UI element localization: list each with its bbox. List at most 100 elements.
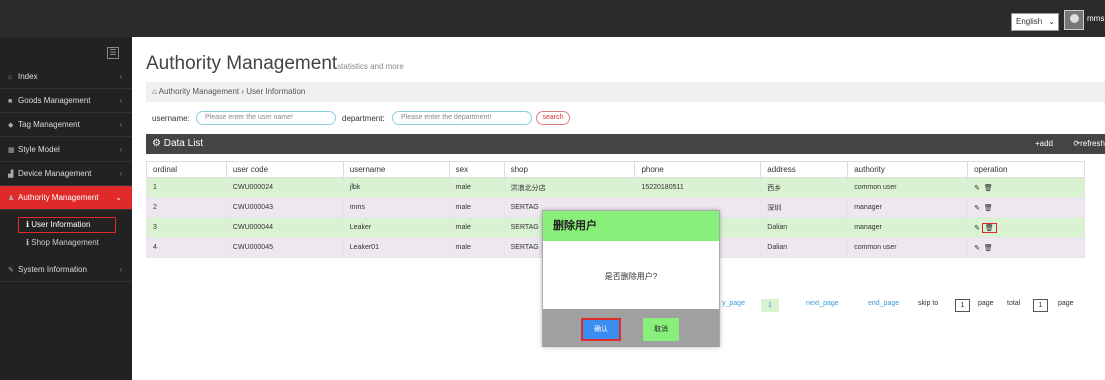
sidebar-item-device[interactable]: ▟ Device Management ‹ — [0, 162, 132, 186]
cell-authority: common user — [847, 177, 969, 198]
column-header: username — [342, 161, 450, 178]
refresh-label: refresh — [1080, 139, 1105, 148]
chevron-down-icon: ⌄ — [1048, 17, 1055, 26]
cell-ordinal: 2 — [146, 197, 227, 218]
sidebar-item-index[interactable]: ⌂ Index ‹ — [0, 65, 132, 89]
edit-icon[interactable]: ✎ — [974, 225, 980, 232]
cell-username: Leaker — [342, 217, 450, 238]
column-header: user code — [225, 161, 344, 178]
sidebar-item-label: Tag Management — [18, 120, 80, 129]
sidebar-item-goods[interactable]: ■ Goods Management ‹ — [0, 89, 132, 113]
chevron-left-icon: ‹ — [119, 72, 122, 81]
avatar[interactable] — [1064, 10, 1084, 30]
home-icon: ⌂ — [8, 74, 13, 81]
cell-ordinal: 3 — [146, 217, 227, 238]
page-title-text: Authority Management — [146, 53, 338, 74]
cell-username: mms — [342, 197, 450, 218]
cell-code: CWU000024 — [225, 177, 344, 198]
cell-operation: ✎ 🗑 — [967, 237, 1085, 258]
department-label: department: — [342, 114, 385, 123]
column-header: authority — [847, 161, 969, 178]
home-icon: ⌂ — [152, 87, 159, 96]
edit-icon[interactable]: ✎ — [974, 205, 980, 212]
department-input[interactable]: Please enter the department! — [392, 111, 532, 125]
cell-code: CWU000045 — [225, 237, 344, 258]
add-button[interactable]: +add — [1035, 134, 1053, 154]
cell-authority: common user — [847, 237, 969, 258]
page-title: Authority Managementstatistics and more — [146, 53, 404, 75]
user-icon: ♟ — [8, 195, 15, 202]
refresh-button[interactable]: ⟳refresh — [1073, 134, 1105, 154]
dialog-message: 是否删除用户? — [604, 272, 658, 281]
chevron-left-icon: ‹ — [119, 120, 122, 129]
data-list-header: ⚙ Data List +add ⟳refresh — [146, 134, 1105, 154]
sidebar-item-style[interactable]: ▦ Style Model ‹ — [0, 138, 132, 162]
sidebar-item-label: Index — [18, 72, 38, 81]
breadcrumb: ⌂ Authority Management › User Informatio… — [146, 82, 1105, 102]
column-header: phone — [634, 161, 762, 178]
chevron-left-icon: ‹ — [119, 96, 122, 105]
user-name[interactable]: mms — [1087, 14, 1104, 23]
sidebar-item-system[interactable]: ✎ System Information ‹ — [0, 258, 132, 282]
sidebar-item-label: Goods Management — [18, 96, 91, 105]
username-label: username: — [152, 114, 190, 123]
trash-icon[interactable]: 🗑 — [984, 185, 993, 192]
table-header-row: ordinal user code username sex shop phon… — [146, 161, 1085, 178]
cell-ordinal: 1 — [146, 177, 227, 198]
cancel-button[interactable]: 取消 — [643, 318, 679, 341]
cell-address: Dalian — [760, 237, 849, 258]
cell-sex: male — [448, 237, 505, 258]
sidebar-item-tag[interactable]: ◆ Tag Management ‹ — [0, 113, 132, 137]
sidebar-item-label: Authority Management — [18, 193, 99, 202]
tag-icon: ◆ — [8, 122, 14, 129]
grid-icon: ▦ — [8, 147, 15, 154]
table-row: 1 CWU000024 jlbk male 洪浪北分店 15220180511 … — [146, 177, 1085, 198]
edit-icon[interactable]: ✎ — [974, 185, 980, 192]
column-header: ordinal — [146, 161, 227, 178]
end-page-link[interactable]: end_page — [868, 300, 899, 307]
total-pages: 1 — [1033, 299, 1048, 312]
folder-icon: ■ — [8, 98, 13, 105]
page-subtitle: statistics and more — [337, 62, 404, 71]
confirm-button[interactable]: 确认 — [581, 318, 621, 341]
language-value: English — [1016, 17, 1043, 26]
cell-username: Leaker01 — [342, 237, 450, 258]
trash-icon[interactable]: 🗑 — [984, 205, 993, 212]
add-label: add — [1039, 139, 1053, 148]
cell-authority: manager — [847, 197, 969, 218]
menu-collapse-icon[interactable]: ☰ — [107, 47, 119, 59]
column-header: shop — [503, 161, 636, 178]
sidebar-subitem-label: Shop Management — [31, 238, 99, 247]
edit-icon[interactable]: ✎ — [974, 245, 980, 252]
cell-sex: male — [448, 217, 505, 238]
total-label: total — [1007, 300, 1021, 307]
next-page-link[interactable]: next_page — [806, 300, 839, 307]
skip-to-label: skip to — [918, 300, 939, 307]
sidebar-item-label: System Information — [18, 265, 87, 274]
language-select[interactable]: English ⌄ — [1011, 13, 1059, 31]
skip-page-input[interactable]: 1 — [955, 299, 970, 312]
cell-username: jlbk — [342, 177, 450, 198]
cell-sex: male — [448, 197, 505, 218]
trash-icon[interactable]: 🗑 — [981, 222, 997, 233]
search-button[interactable]: search — [536, 111, 570, 125]
chevron-left-icon: ‹ — [119, 265, 122, 274]
trash-icon[interactable]: 🗑 — [984, 245, 993, 252]
data-list-title: Data List — [163, 138, 204, 149]
settings-icon: ⚙ — [152, 138, 164, 149]
highlight-box — [18, 217, 116, 233]
prev-page-link[interactable]: y_page — [722, 300, 745, 307]
sidebar-subitem-shop[interactable]: ℹ Shop Management — [0, 234, 132, 252]
cell-phone: 15220180511 — [634, 177, 762, 198]
current-page[interactable]: 1 — [761, 299, 779, 312]
cell-address: 西乡 — [760, 177, 849, 198]
cell-code: CWU000043 — [225, 197, 344, 218]
cell-operation: ✎ 🗑 — [967, 197, 1085, 218]
username-input[interactable]: Please enter the user name! — [196, 111, 336, 125]
sidebar-item-authority[interactable]: ♟ Authority Management ⌄ — [0, 186, 132, 210]
delete-user-dialog: 删除用户 是否删除用户? 确认 取消 — [542, 210, 720, 347]
chevron-left-icon: ‹ — [119, 145, 122, 154]
page-label: page — [978, 300, 994, 307]
column-header: sex — [448, 161, 505, 178]
breadcrumb-item[interactable]: Authority Management — [159, 87, 240, 96]
